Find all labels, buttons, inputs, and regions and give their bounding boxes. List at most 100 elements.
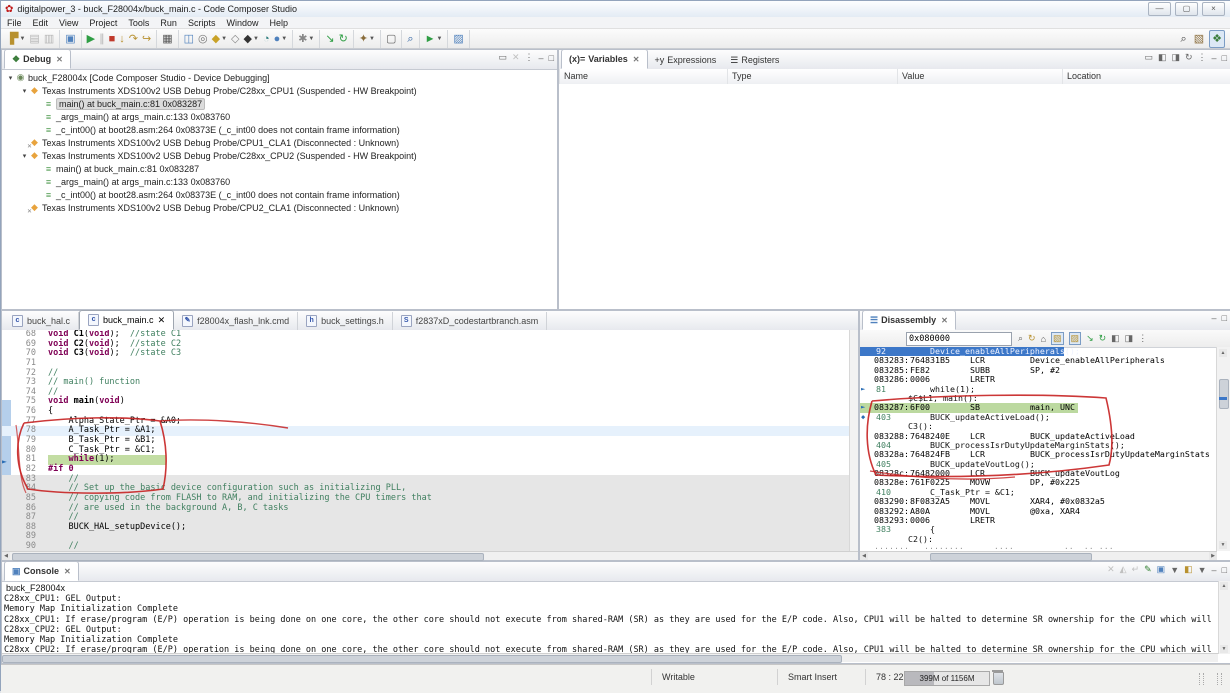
debug-tree-row[interactable]: ≡main() at buck_main.c:81 0x083287 — [2, 97, 557, 110]
debug-tree-row[interactable]: ≡_args_main() at args_main.c:133 0x08376… — [2, 110, 557, 123]
code-line[interactable]: 86 // are used in the background A, B, C… — [2, 504, 850, 514]
dropdown-arrow-icon[interactable]: ▼ — [1198, 565, 1207, 575]
console-horizontal-scrollbar[interactable] — [2, 653, 1218, 662]
code-line[interactable]: 73// main() function — [2, 378, 850, 388]
build-button[interactable]: ✦▼ — [357, 31, 377, 47]
debug-tree-row[interactable]: ▾◆Texas Instruments XDS100v2 USB Debug P… — [2, 84, 557, 97]
column-header-name[interactable]: Name — [559, 69, 732, 84]
show-function-icon[interactable]: ▨ — [1069, 332, 1082, 345]
collapse-all-icon[interactable]: ▭ — [1144, 52, 1153, 63]
editor-tab-f2837xD_codestartbranch.asm[interactable]: Sf2837xD_codestartbranch.asm — [393, 312, 548, 330]
menu-run[interactable]: Run — [160, 18, 177, 28]
console-vertical-scrollbar[interactable]: ▲ ▼ — [1218, 581, 1230, 654]
terminate-button[interactable]: ■ — [107, 31, 118, 47]
disassembly-row[interactable]: 083293:0006LRETR — [860, 516, 1217, 525]
tab-expressions[interactable]: +yExpressions — [648, 51, 724, 69]
column-header-type[interactable]: Type — [727, 69, 902, 84]
debug-tree-row[interactable]: ≡_args_main() at args_main.c:133 0x08376… — [2, 175, 557, 188]
minimize-button[interactable]: — — [1148, 2, 1171, 16]
scroll-left-icon[interactable]: ◀ — [2, 552, 10, 560]
code-line[interactable]: 81 while(1); — [2, 455, 850, 465]
editor-tab-buck_hal.c[interactable]: cbuck_hal.c — [4, 312, 79, 330]
scroll-left-icon[interactable]: ◀ — [860, 552, 868, 560]
scroll-right-icon[interactable]: ▶ — [1209, 552, 1217, 560]
debug-tree-row[interactable]: ≡_c_int00() at boot28.asm:264 0x08373E (… — [2, 123, 557, 136]
dropdown-arrow-icon[interactable]: ▼ — [436, 36, 442, 42]
show-source-icon[interactable]: ▧ — [1051, 332, 1064, 345]
dropdown-arrow-icon[interactable]: ▼ — [281, 36, 287, 42]
external-tools-button[interactable]: ►▼ — [423, 31, 445, 47]
dropdown-arrow-icon[interactable]: ▼ — [308, 36, 314, 42]
step-into-icon[interactable]: ↘ — [1086, 333, 1094, 344]
tab-console[interactable]: ▣ Console ✕ — [4, 561, 79, 581]
expander-icon[interactable]: ▾ — [6, 74, 15, 82]
menu-view[interactable]: View — [59, 18, 78, 28]
tab-registers[interactable]: ☰Registers — [723, 51, 786, 69]
close-icon[interactable]: ✕ — [941, 316, 948, 325]
menu-scripts[interactable]: Scripts — [188, 18, 216, 28]
maximize-icon[interactable]: □ — [549, 53, 554, 63]
debug-tree-row[interactable]: ▾◉buck_F28004x [Code Composer Studio - D… — [2, 71, 557, 84]
scroll-up-icon[interactable]: ▲ — [1219, 349, 1227, 357]
menu-project[interactable]: Project — [89, 18, 117, 28]
import-icon[interactable]: ◧ — [1158, 52, 1167, 63]
maximize-icon[interactable]: □ — [1222, 53, 1227, 63]
minimize-icon[interactable]: – — [1212, 565, 1217, 575]
maximize-icon[interactable]: □ — [1222, 313, 1227, 323]
code-line[interactable]: 80 C_Task_Ptr = &C1; — [2, 446, 850, 456]
disassembly-vertical-scrollbar[interactable]: ▲ ▼ — [1216, 347, 1230, 551]
close-icon[interactable]: ✕ — [158, 315, 166, 326]
column-header-value[interactable]: Value — [897, 69, 1067, 84]
flash-button[interactable]: ◆▼ — [210, 31, 229, 47]
resume-button[interactable]: ▶ — [85, 31, 97, 47]
code-line[interactable]: 82#if 0 — [2, 465, 850, 475]
debug-tree-row[interactable]: ◆✕Texas Instruments XDS100v2 USB Debug P… — [2, 201, 557, 214]
scroll-down-icon[interactable]: ▼ — [1219, 541, 1227, 549]
save-memory-button[interactable]: ◫ — [182, 31, 196, 47]
dropdown-arrow-icon[interactable]: ▼ — [253, 36, 259, 42]
disassembly-row[interactable]: 08328a:764824FBLCRBUCK_processIsrDutyUpd… — [860, 450, 1217, 459]
disassembly-horizontal-scrollbar[interactable]: ◀ ▶ — [860, 551, 1217, 560]
close-button[interactable]: × — [1202, 2, 1225, 16]
view-terminal-button[interactable]: ▣ — [63, 31, 77, 47]
collapse-all-icon[interactable]: ▭ — [498, 52, 507, 63]
dropdown-arrow-icon[interactable]: ▼ — [19, 36, 25, 42]
step-over-icon[interactable]: ↻ — [1099, 333, 1107, 344]
home-icon[interactable]: ⌂ — [1041, 334, 1046, 344]
export-icon[interactable]: ◨ — [1171, 52, 1180, 63]
menu-edit[interactable]: Edit — [33, 18, 49, 28]
menu-file[interactable]: File — [7, 18, 22, 28]
expander-icon[interactable]: ▾ — [20, 152, 29, 160]
open-element-button[interactable]: ▨ — [451, 31, 465, 47]
debug-tree-row[interactable]: ≡main() at buck_main.c:81 0x083287 — [2, 162, 557, 175]
disassembly-row[interactable]: ······· ········ ···· ·· ·· ··· — [860, 544, 1217, 551]
new-file-button[interactable]: ▛▼ — [8, 31, 27, 47]
minimize-icon[interactable]: – — [1212, 313, 1217, 323]
step-over-button[interactable]: ↷ — [127, 31, 140, 47]
code-line[interactable]: 88 BUCK_HAL_setupDevice(); — [2, 523, 850, 533]
refresh-icon[interactable]: ↻ — [1185, 52, 1193, 63]
code-line[interactable]: 71 — [2, 359, 850, 369]
quick-search-button[interactable]: ⌕ — [1179, 31, 1189, 47]
view-registers-button[interactable]: ▦ — [160, 31, 174, 47]
assembly-step-button[interactable]: ↪ — [140, 31, 153, 47]
restore-views-button[interactable]: ↘ — [323, 31, 336, 47]
refresh-target-button[interactable]: ↻ — [337, 31, 350, 47]
dropdown-arrow-icon[interactable]: ▼ — [1170, 565, 1179, 575]
view-menu-icon[interactable]: ⋮ — [1198, 52, 1207, 63]
disassembly-listing[interactable]: 92Device_enableAllPeripherals();083283:7… — [860, 347, 1217, 551]
pin-console-icon[interactable]: ✎ — [1144, 564, 1152, 575]
menu-window[interactable]: Window — [226, 18, 258, 28]
debug-tree-row[interactable]: ◆✕Texas Instruments XDS100v2 USB Debug P… — [2, 136, 557, 149]
close-icon[interactable]: ✕ — [56, 55, 63, 64]
disassembly-row[interactable]: 08328e:761F0225MOVWDP, #0x225 — [860, 478, 1217, 487]
open-search-button[interactable]: ⌕ — [405, 31, 415, 47]
menu-tools[interactable]: Tools — [128, 18, 149, 28]
editor-tab-f28004x_flash_lnk.cmd[interactable]: ✎f28004x_flash_lnk.cmd — [174, 312, 298, 330]
debug-tree-row[interactable]: ≡_c_int00() at boot28.asm:264 0x08373E (… — [2, 188, 557, 201]
disassembly-address-input[interactable] — [906, 332, 1012, 346]
code-line[interactable]: 89 — [2, 532, 850, 542]
close-icon[interactable]: ✕ — [64, 567, 71, 576]
gel-button[interactable]: ●▼ — [272, 31, 290, 47]
editor-tab-buck_main.c[interactable]: cbuck_main.c✕ — [79, 310, 174, 330]
